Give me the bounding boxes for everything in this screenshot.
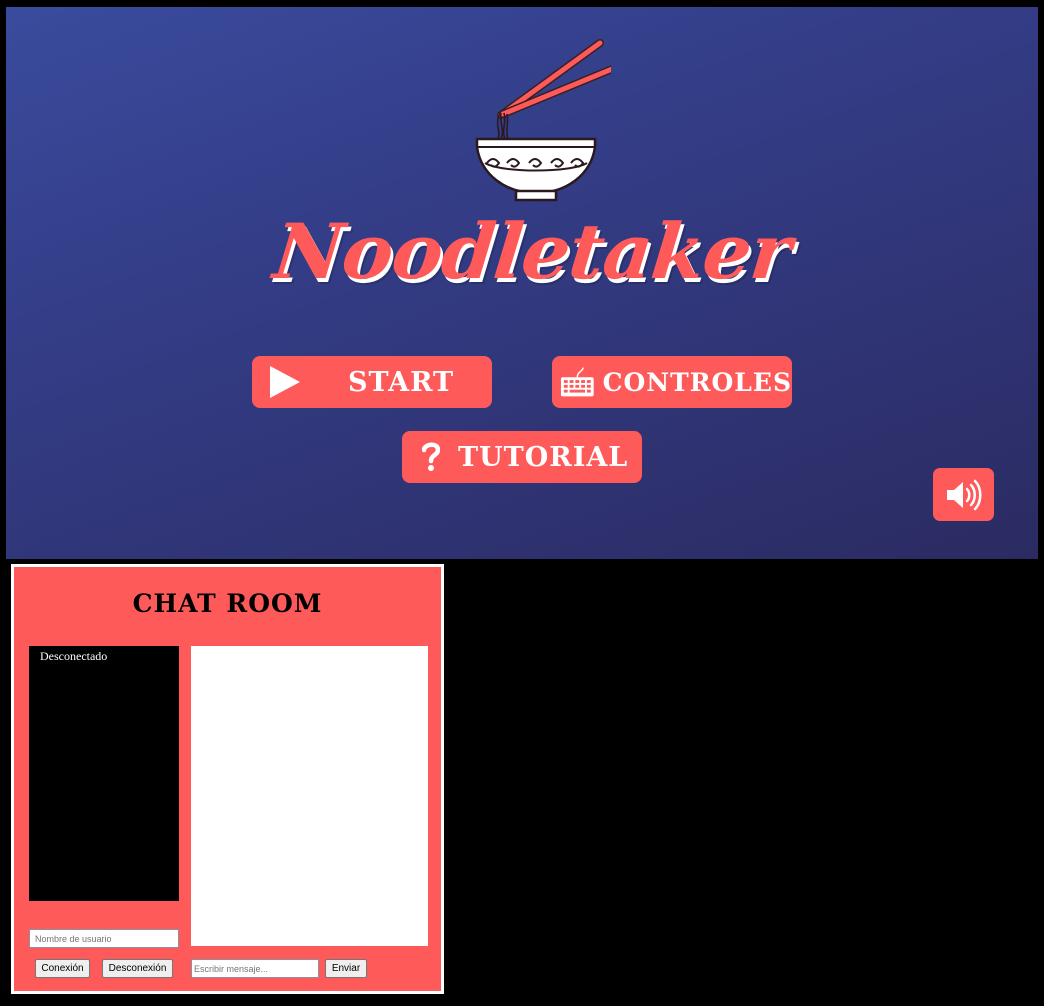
tutorial-button[interactable]: TUTORIAL [402,431,642,483]
start-button[interactable]: START [252,356,492,408]
message-input[interactable] [191,959,319,978]
game-canvas[interactable]: Noodletaker START CONTROLES TUTORIAL [6,7,1038,559]
speaker-icon [946,479,981,510]
connection-status: Desconectado [40,649,108,663]
chat-room-title: CHAT ROOM [132,589,323,618]
play-icon [270,366,300,398]
noodle-bowl-icon [475,39,611,202]
start-button-label: START [348,366,455,398]
keyboard-icon [560,367,594,397]
connect-button[interactable]: Conexión [35,959,90,978]
tutorial-button-label: TUTORIAL [458,441,629,473]
user-list-panel[interactable]: Desconectado [29,646,179,901]
chopsticks-icon [497,39,611,119]
game-title: Noodletaker [269,207,795,296]
chat-room-panel: CHAT ROOM Desconectado Conexión Desconex… [11,564,444,994]
controles-button[interactable]: CONTROLES [552,356,792,408]
controles-button-label: CONTROLES [602,367,792,397]
disconnect-button[interactable]: Desconexión [102,959,173,978]
sound-toggle-button[interactable] [933,468,994,521]
username-input[interactable] [29,929,179,948]
question-icon [422,442,440,471]
message-log[interactable] [191,646,428,946]
send-button[interactable]: Enviar [325,959,367,978]
